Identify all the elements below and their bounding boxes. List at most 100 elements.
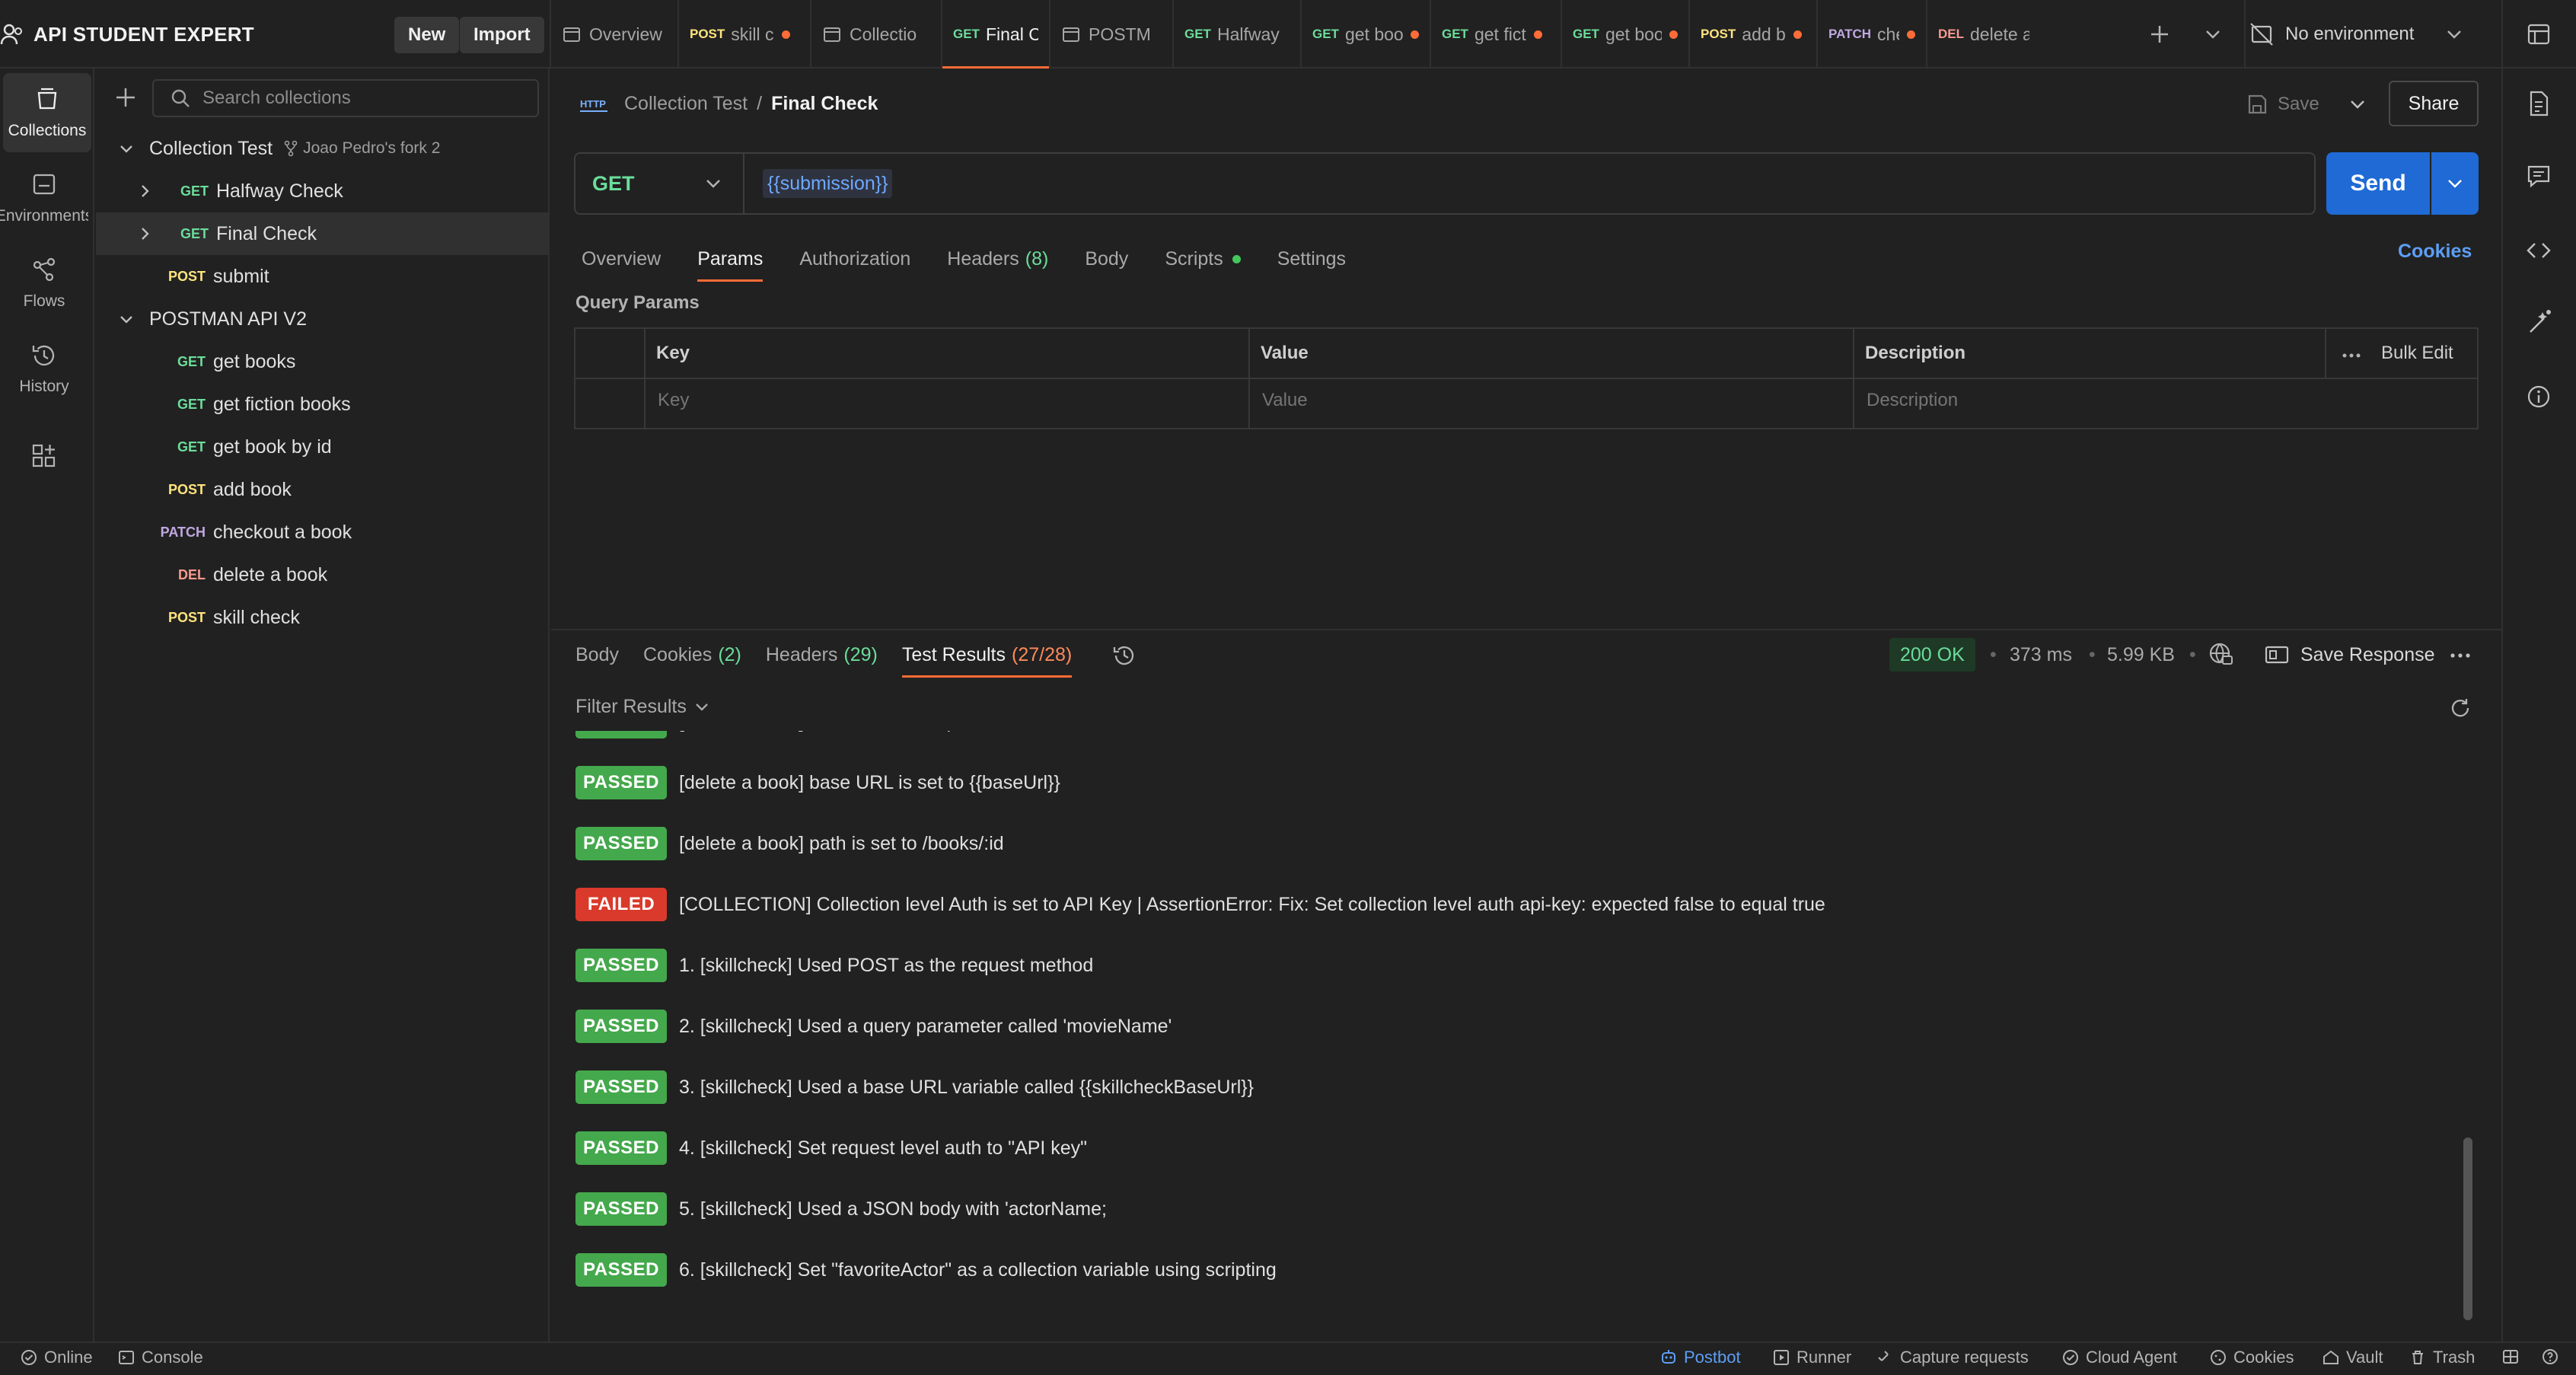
related-button[interactable] — [2526, 309, 2553, 337]
rail-item-flows[interactable]: Flows — [0, 244, 88, 323]
comments-button[interactable] — [2526, 163, 2552, 189]
trash-button[interactable]: Trash — [2409, 1348, 2475, 1367]
request-item[interactable]: GET get fiction books — [96, 383, 548, 426]
request-item[interactable]: GET get book by id — [96, 426, 548, 468]
request-tab[interactable]: DEL delete a — [1927, 0, 2040, 69]
collection-item[interactable]: POSTMAN API V2 — [96, 298, 548, 340]
save-response-button[interactable]: Save Response — [2264, 638, 2435, 672]
method-select[interactable]: GET — [575, 154, 744, 213]
response-time[interactable]: 373 ms — [2010, 644, 2072, 666]
request-tab[interactable]: PATCH chec — [1818, 0, 1926, 69]
request-item[interactable]: POST submit — [96, 255, 548, 298]
response-tab-cookies[interactable]: Cookies (2) — [643, 632, 741, 678]
help-button[interactable] — [2541, 1348, 2565, 1366]
value-field[interactable] — [1262, 390, 1825, 411]
tab-overview[interactable]: Overview — [582, 236, 661, 282]
request-tab[interactable]: Collectio — [811, 0, 941, 69]
request-item[interactable]: PATCH checkout a book — [96, 511, 548, 554]
vault-button[interactable]: Vault — [2322, 1348, 2383, 1367]
collection-item[interactable]: Collection Test Joao Pedro's fork 2 — [96, 127, 548, 170]
new-tab-button[interactable] — [2148, 17, 2171, 52]
tab-body[interactable]: Body — [1085, 236, 1128, 282]
chevron-right-icon[interactable] — [135, 182, 154, 200]
request-item[interactable]: GET Final Check — [96, 212, 548, 255]
refresh-button[interactable] — [2448, 696, 2472, 720]
save-options-button[interactable] — [2348, 93, 2367, 116]
rail-item-collections[interactable]: Collections — [3, 73, 91, 152]
request-tab[interactable]: GET Final Ch — [942, 0, 1049, 69]
layout-toggle-button[interactable] — [2501, 1348, 2526, 1366]
environment-selector[interactable]: No environment — [2249, 0, 2464, 69]
chevron-down-icon[interactable] — [117, 139, 135, 158]
chevron-right-icon[interactable] — [135, 225, 154, 243]
description-field[interactable] — [1867, 390, 2445, 411]
request-tab[interactable]: POST skill c — [679, 0, 810, 69]
request-tab[interactable]: GET get boo — [1562, 0, 1688, 69]
rail-item-history[interactable]: History — [0, 329, 88, 408]
key-field[interactable] — [658, 390, 1221, 411]
save-button[interactable]: Save — [2246, 87, 2319, 122]
info-button[interactable] — [2526, 384, 2552, 410]
search-input[interactable] — [202, 88, 507, 109]
globe-icon — [2209, 643, 2233, 665]
console-button[interactable]: Console — [117, 1348, 203, 1367]
online-status[interactable]: Online — [20, 1348, 93, 1367]
tab-settings[interactable]: Settings — [1277, 236, 1346, 282]
test-result-row: PASSED 5. [skillcheck] Used a JSON body w… — [575, 1191, 1107, 1227]
tab-params[interactable]: Params — [697, 236, 764, 282]
response-tab-headers[interactable]: Headers (29) — [766, 632, 878, 678]
workspace-title[interactable]: API STUDENT EXPERT — [0, 0, 254, 69]
history-button[interactable] — [1111, 643, 1137, 668]
cookies-button[interactable]: Cookies — [2209, 1348, 2294, 1367]
param-value-input[interactable] — [1262, 390, 1825, 411]
response-tab-test-results[interactable]: Test Results (27/28) — [901, 632, 1073, 678]
param-key-input[interactable] — [658, 390, 1221, 411]
breadcrumb-current[interactable]: Final Check — [771, 93, 878, 115]
request-item[interactable]: POST skill check — [96, 596, 548, 639]
rail-item-apps[interactable] — [0, 420, 88, 499]
new-button[interactable]: New — [394, 17, 460, 53]
request-tab[interactable]: GET get boo — [1302, 0, 1430, 69]
request-item[interactable]: DEL delete a book — [96, 554, 548, 596]
postbot-button[interactable]: Postbot — [1659, 1348, 1741, 1367]
request-tab[interactable]: GET get fict — [1431, 0, 1561, 69]
request-tab[interactable]: GET Halfway — [1174, 0, 1300, 69]
param-description-input[interactable] — [1867, 390, 2445, 411]
request-tab[interactable]: POSTM — [1050, 0, 1172, 69]
rail-item-environments[interactable]: Environments — [0, 158, 88, 238]
tab-scripts[interactable]: Scripts — [1165, 236, 1241, 282]
more-options-icon[interactable] — [2342, 352, 2361, 359]
request-tab[interactable]: POST add b — [1690, 0, 1816, 69]
tab-headers[interactable]: Headers (8) — [947, 236, 1048, 282]
import-button[interactable]: Import — [460, 17, 544, 53]
send-button[interactable]: Send — [2326, 152, 2430, 215]
share-button[interactable]: Share — [2389, 81, 2479, 126]
request-item[interactable]: POST add book — [96, 468, 548, 511]
code-button[interactable] — [2526, 238, 2552, 263]
response-tab-body[interactable]: Body — [575, 632, 619, 678]
status-badge[interactable]: 200 OK — [1889, 638, 1975, 672]
cloud-agent-button[interactable]: Cloud Agent — [2061, 1348, 2177, 1367]
tabs-dropdown-button[interactable] — [2203, 23, 2223, 46]
add-collection-button[interactable] — [113, 84, 139, 111]
request-item[interactable]: GET Halfway Check — [96, 170, 548, 212]
capture-requests-button[interactable]: Capture requests — [1876, 1348, 2029, 1367]
tab-authorization[interactable]: Authorization — [799, 236, 910, 282]
breadcrumb-parent[interactable]: Collection Test — [624, 93, 748, 115]
runner-button[interactable]: Runner — [1772, 1348, 1851, 1367]
results-scrollbar[interactable] — [2463, 1137, 2472, 1320]
search-collections[interactable] — [152, 79, 539, 117]
url-input[interactable]: {{submission}} — [763, 169, 893, 198]
workspace-overview-button[interactable] — [2526, 21, 2552, 47]
response-size[interactable]: 5.99 KB — [2107, 644, 2175, 666]
request-item[interactable]: GET get books — [96, 340, 548, 383]
documentation-button[interactable] — [2526, 90, 2552, 117]
network-info-button[interactable] — [2208, 641, 2233, 667]
filter-results-dropdown[interactable]: Filter Results — [575, 696, 711, 718]
response-more-icon[interactable] — [2450, 652, 2471, 659]
bulk-edit-button[interactable]: Bulk Edit — [2381, 343, 2453, 364]
chevron-down-icon[interactable] — [117, 310, 135, 328]
request-tab[interactable]: Overview — [551, 0, 677, 69]
send-options-button[interactable] — [2431, 152, 2479, 215]
cookies-link[interactable]: Cookies — [2398, 241, 2472, 263]
